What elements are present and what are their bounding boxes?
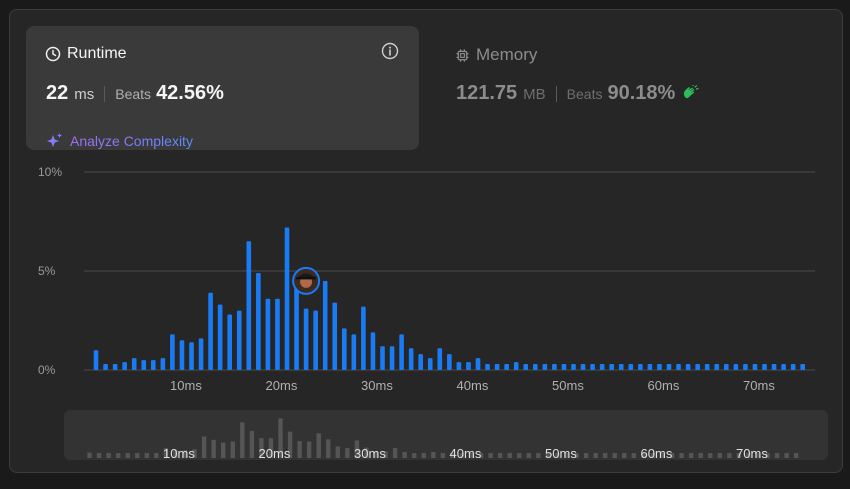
chip-icon (456, 48, 469, 62)
clock-icon (45, 46, 61, 62)
memory-tab[interactable]: Memory (455, 45, 537, 65)
runtime-beats-value: 42.56% (156, 82, 224, 104)
info-icon[interactable] (381, 42, 399, 60)
runtime-title: Runtime (67, 45, 127, 62)
memory-title: Memory (476, 45, 538, 64)
analyze-complexity-button[interactable]: Analyze Complexity (46, 132, 193, 150)
runtime-beats-label: Beats (115, 86, 152, 102)
runtime-header: Runtime (45, 45, 127, 63)
memory-beats-value: 90.18% (607, 82, 676, 104)
sparkle-icon (47, 133, 62, 147)
submission-stats-panel: Runtime 22 ms Beats 42.56% Analyze Compl… (9, 9, 843, 473)
runtime-card[interactable]: Runtime 22 ms Beats 42.56% Analyze Compl… (26, 26, 419, 150)
clapping-hands-icon (684, 84, 699, 98)
memory-value: 121.75 (456, 82, 518, 104)
runtime-stat-row: 22 ms Beats 42.56% (46, 82, 224, 105)
memory-unit: MB (523, 86, 546, 103)
divider (104, 85, 106, 102)
divider (555, 85, 557, 102)
memory-stat-row: 121.75 MB Beats 90.18% (456, 82, 699, 105)
memory-beats-label: Beats (566, 86, 603, 102)
runtime-value: 22 (46, 82, 69, 104)
runtime-unit: ms (74, 86, 95, 103)
analyze-complexity-label: Analyze Complexity (70, 133, 193, 149)
